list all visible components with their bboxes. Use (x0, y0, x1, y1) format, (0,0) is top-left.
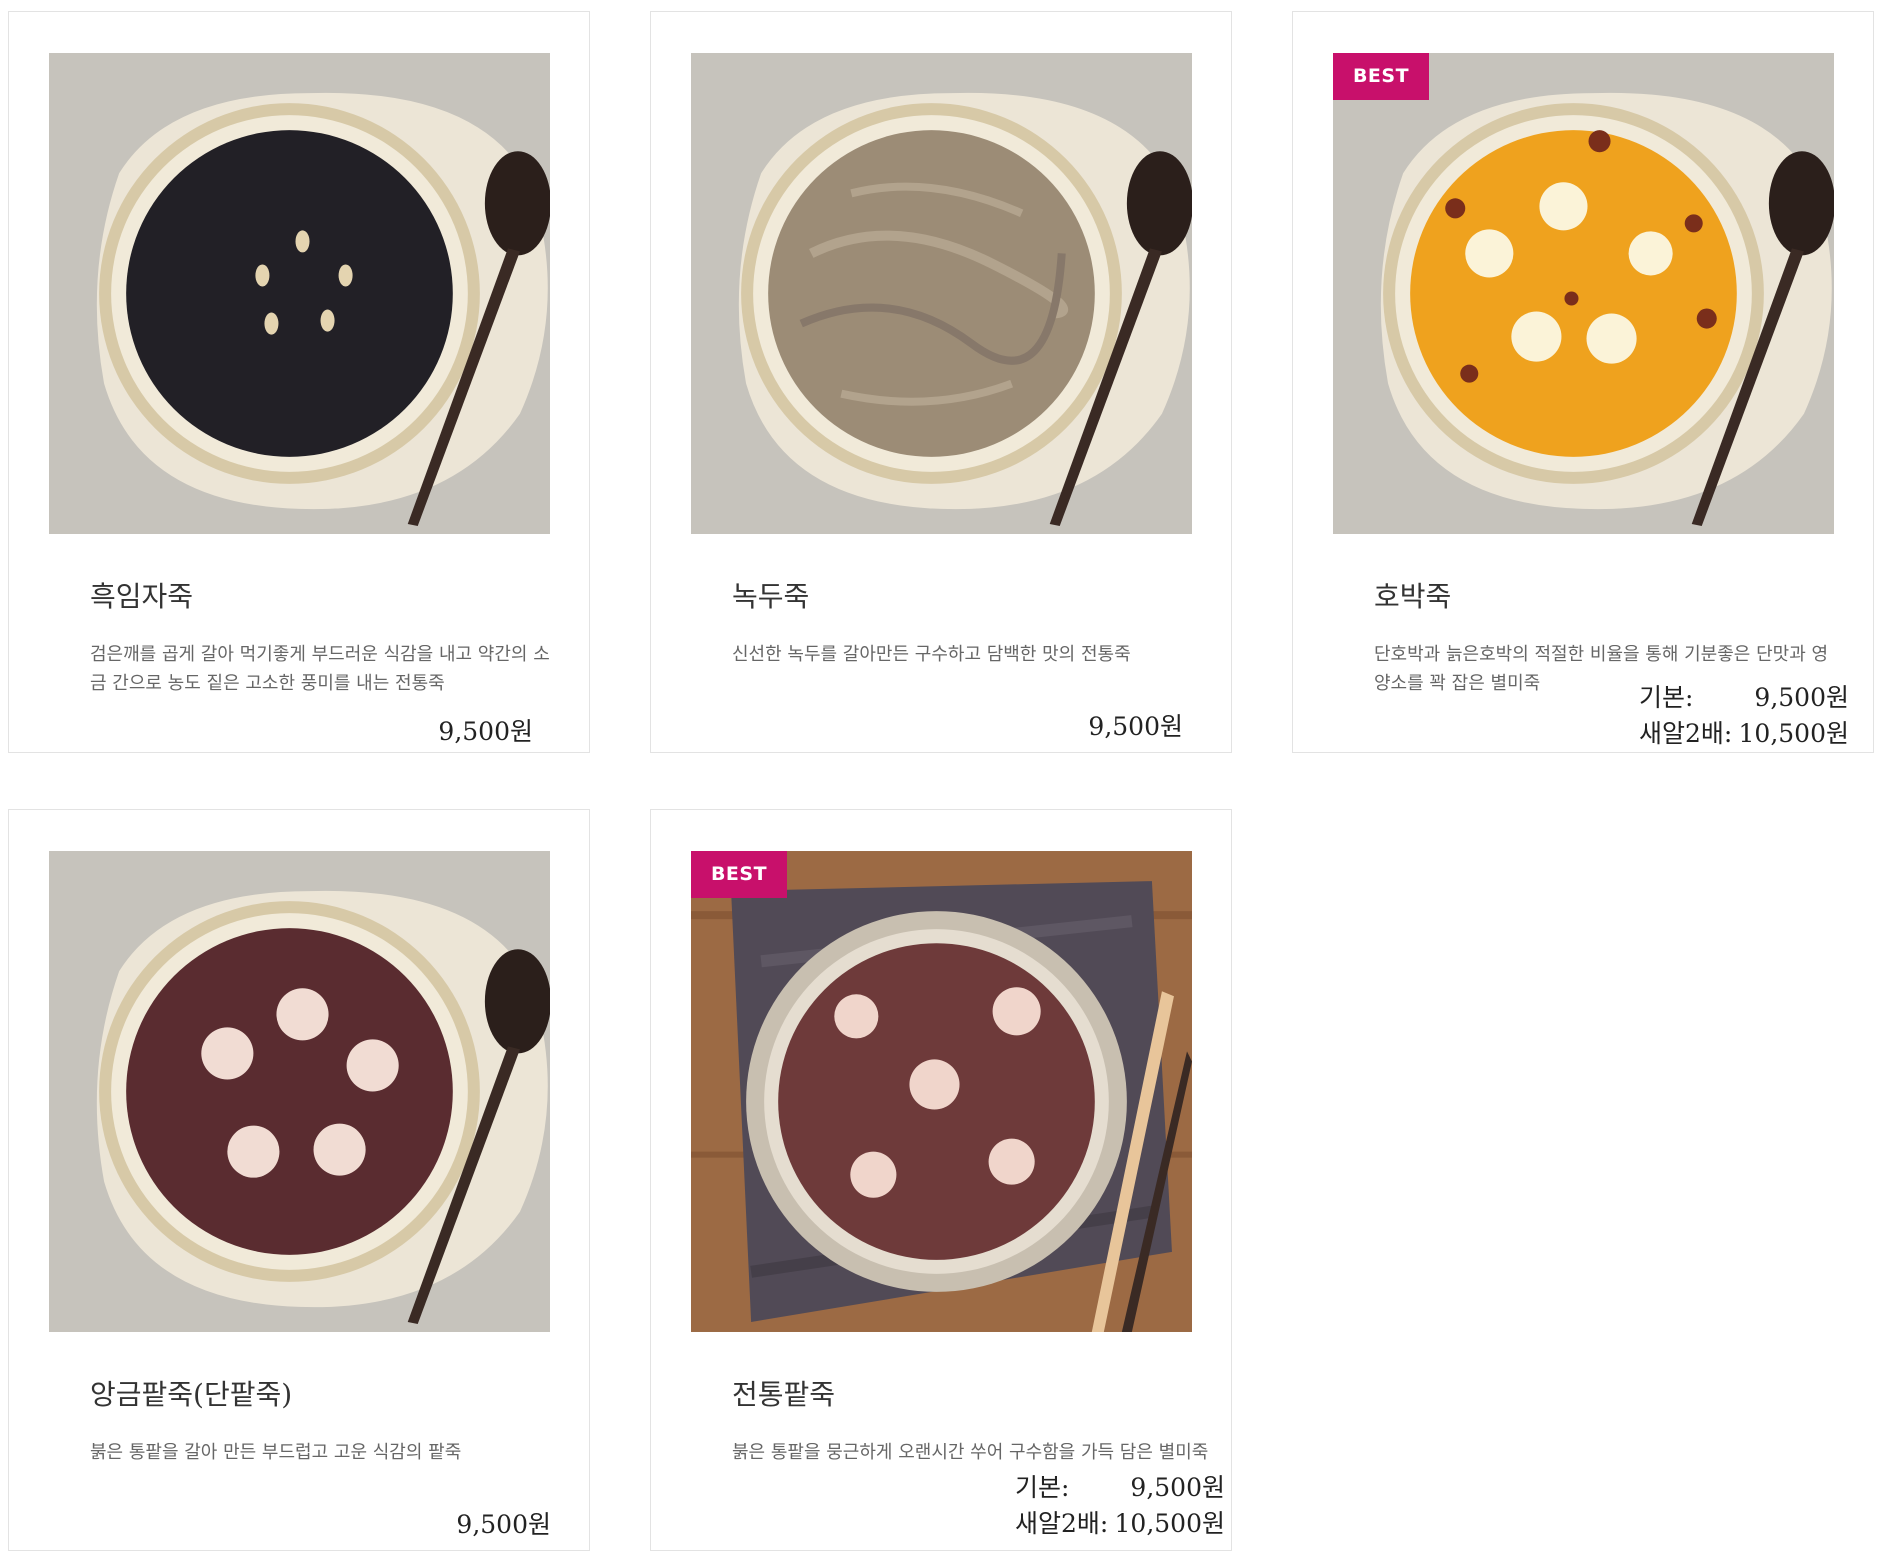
product-name[interactable]: 앙금팥죽(단팥죽) (90, 1373, 292, 1413)
product-name[interactable]: 흑임자죽 (90, 575, 193, 615)
product-image[interactable] (49, 851, 550, 1332)
product-image[interactable] (691, 53, 1192, 534)
product-price: 9,500원 (456, 1510, 551, 1539)
product-description: 붉은 통팥을 갈아 만든 부드럽고 고운 식감의 팥죽 (90, 1442, 462, 1463)
product-description: 붉은 통팥을 뭉근하게 오랜시간 쑤어 구수함을 가득 담은 별미죽 (732, 1442, 1209, 1463)
price-basic-label: 기본: (1015, 1473, 1070, 1502)
product-price-options: 기본: 9,500원 새알2배: 10,500원 (1015, 1470, 1225, 1542)
traditional-red-bean-porridge-photo (691, 851, 1192, 1332)
product-name[interactable]: 녹두죽 (732, 575, 809, 615)
sweet-red-bean-porridge-photo (49, 851, 550, 1332)
product-image[interactable] (49, 53, 550, 534)
pumpkin-porridge-photo (1333, 53, 1834, 534)
product-name[interactable]: 전통팥죽 (732, 1373, 835, 1413)
price-extra-label: 새알2배: (1639, 719, 1733, 748)
price-basic-value: 9,500원 (1754, 683, 1849, 712)
product-description: 신선한 녹두를 갈아만든 구수하고 담백한 맛의 전통죽 (732, 644, 1131, 665)
product-card[interactable]: 녹두죽 신선한 녹두를 갈아만든 구수하고 담백한 맛의 전통죽 9,500원 (650, 11, 1232, 753)
price-extra-value: 10,500원 (1738, 719, 1849, 748)
product-image[interactable]: BEST (691, 851, 1192, 1332)
price-extra-value: 10,500원 (1114, 1509, 1225, 1538)
product-card[interactable]: 흑임자죽 검은깨를 곱게 갈아 먹기좋게 부드러운 식감을 내고 약간의 소금 … (8, 11, 590, 753)
price-basic-value: 9,500원 (1130, 1473, 1225, 1502)
product-price-options: 기본: 9,500원 새알2배: 10,500원 (1639, 680, 1849, 752)
product-description: 검은깨를 곱게 갈아 먹기좋게 부드러운 식감을 내고 약간의 소금 간으로 농… (90, 644, 550, 694)
mung-bean-porridge-photo (691, 53, 1192, 534)
best-badge: BEST (1333, 53, 1429, 100)
product-card[interactable]: BEST 호박죽 단호박과 늙은호박의 적절한 비율을 통해 기분좋은 단맛과 … (1292, 11, 1874, 753)
product-image[interactable]: BEST (1333, 53, 1834, 534)
price-basic-label: 기본: (1639, 683, 1694, 712)
best-badge: BEST (691, 851, 787, 898)
product-name[interactable]: 호박죽 (1374, 575, 1451, 615)
product-card[interactable]: 앙금팥죽(단팥죽) 붉은 통팥을 갈아 만든 부드럽고 고운 식감의 팥죽 9,… (8, 809, 590, 1551)
price-extra-label: 새알2배: (1015, 1509, 1109, 1538)
black-sesame-porridge-photo (49, 53, 550, 534)
product-card[interactable]: BEST 전통팥죽 붉은 통팥을 뭉근하게 오랜시간 쑤어 구수함을 가득 담은… (650, 809, 1232, 1551)
product-price: 9,500원 (1088, 712, 1183, 741)
product-price: 9,500원 (438, 717, 533, 746)
